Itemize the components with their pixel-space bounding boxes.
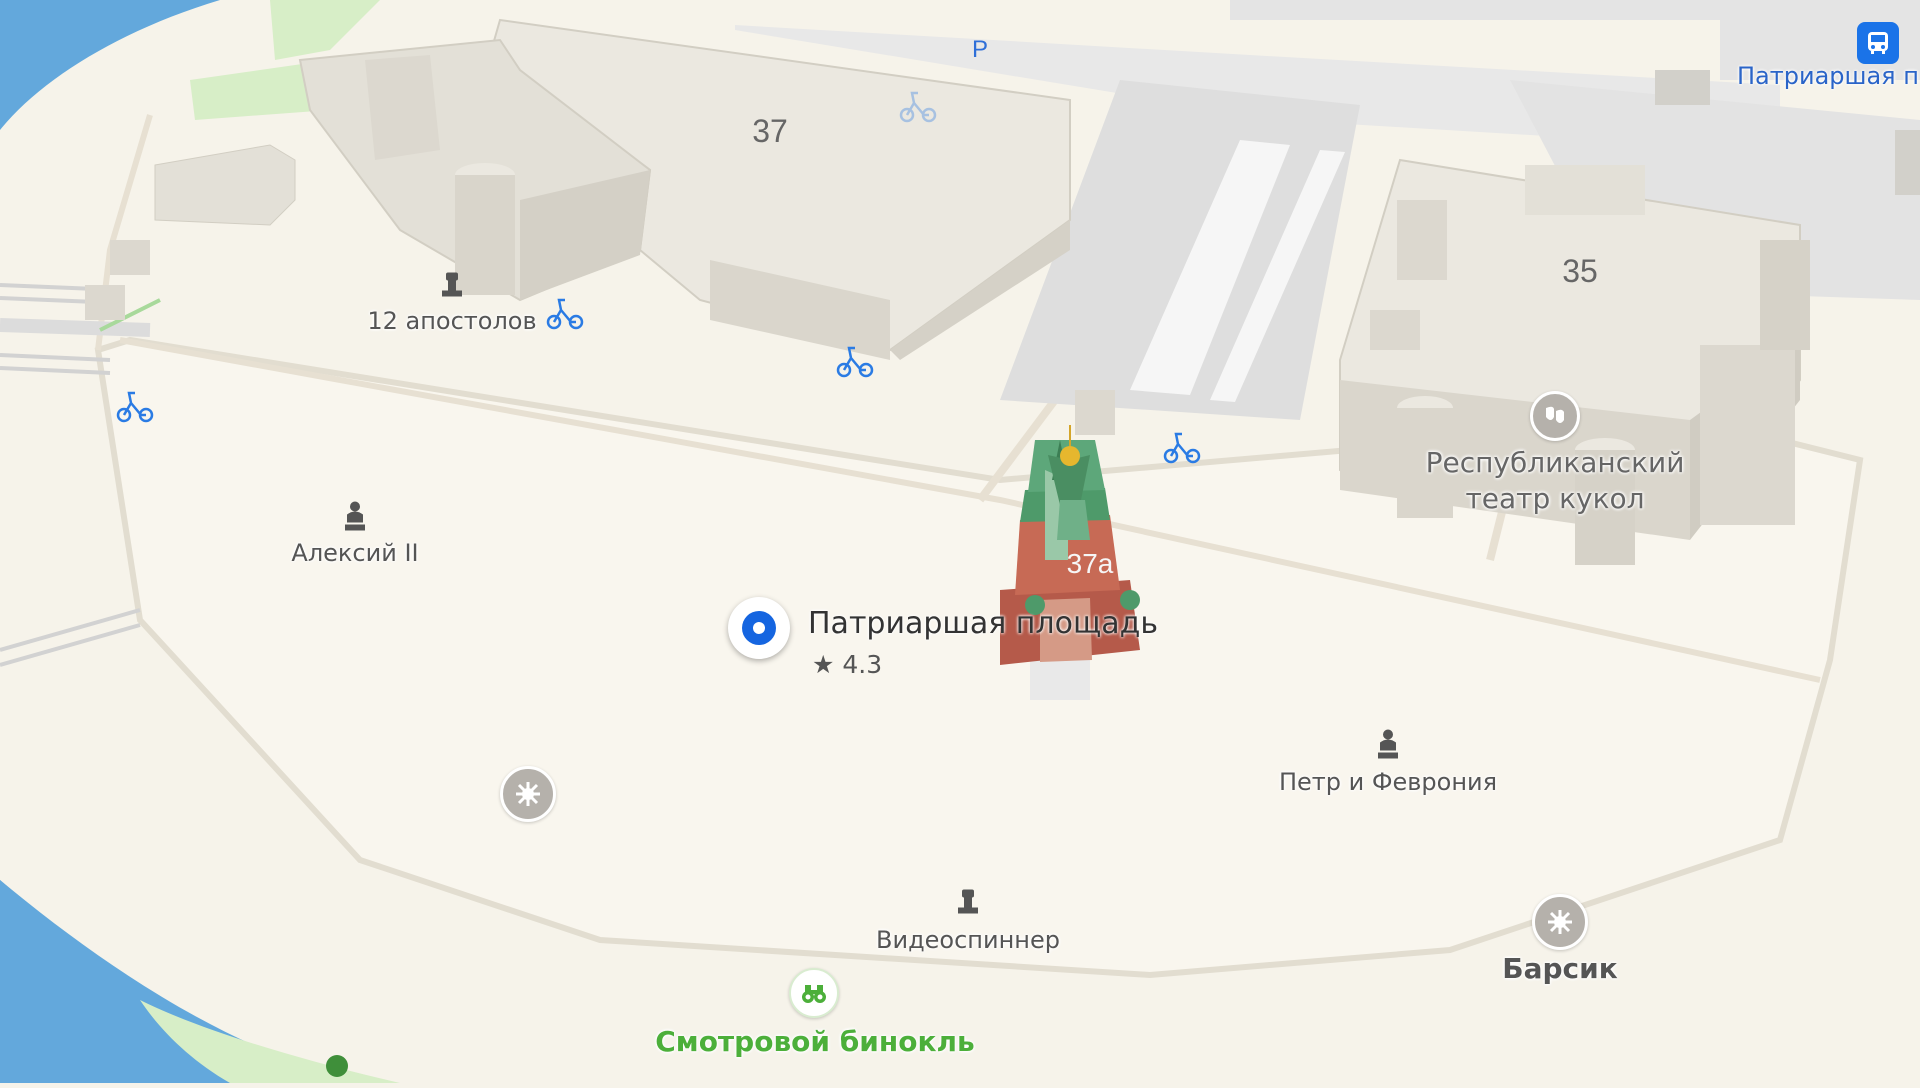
- building-number-37a: 37а: [1066, 548, 1114, 579]
- bicycle-icon[interactable]: [545, 292, 585, 332]
- monument-icon[interactable]: [954, 888, 982, 923]
- parking-label[interactable]: P: [972, 36, 988, 64]
- map-canvas[interactable]: 37 35 37а P Патриаршая п 12 апостолов Ал…: [0, 0, 1920, 1083]
- place-rating: ★ 4.3: [812, 650, 883, 679]
- attraction-icon[interactable]: [500, 766, 556, 822]
- bicycle-icon[interactable]: [898, 85, 938, 125]
- poi-label-barsik[interactable]: Барсик: [1502, 952, 1618, 985]
- building-number-37: 37: [752, 113, 788, 149]
- attraction-icon[interactable]: [1532, 894, 1588, 950]
- bicycle-icon[interactable]: [115, 385, 155, 425]
- place-title[interactable]: Патриаршая площадь: [808, 606, 1158, 641]
- bus-stop-label[interactable]: Патриаршая п: [1737, 62, 1919, 90]
- bicycle-icon[interactable]: [835, 340, 875, 380]
- binoculars-icon[interactable]: [789, 968, 839, 1018]
- bus-icon[interactable]: [1857, 22, 1899, 64]
- poi-label-theatre-line2[interactable]: театр кукол: [1465, 482, 1644, 515]
- bicycle-icon[interactable]: [1162, 426, 1202, 466]
- tree-icon: [326, 1055, 348, 1077]
- poi-label-12-apostles[interactable]: 12 апостолов: [367, 307, 536, 335]
- poi-label-videospinner[interactable]: Видеоспиннер: [876, 926, 1060, 954]
- theatre-icon[interactable]: [1530, 391, 1580, 441]
- monument-icon[interactable]: [438, 271, 466, 306]
- statue-icon[interactable]: [341, 501, 369, 540]
- poi-label-theatre-line1[interactable]: Республиканский: [1426, 446, 1685, 479]
- place-pin-icon[interactable]: [728, 597, 790, 659]
- poi-label-petr-fevronia[interactable]: Петр и Феврония: [1279, 768, 1497, 796]
- statue-icon[interactable]: [1374, 729, 1402, 768]
- poi-label-binoculars[interactable]: Смотровой бинокль: [655, 1025, 974, 1058]
- poi-label-alexy-ii[interactable]: Алексий II: [291, 539, 418, 567]
- building-number-35: 35: [1562, 253, 1598, 289]
